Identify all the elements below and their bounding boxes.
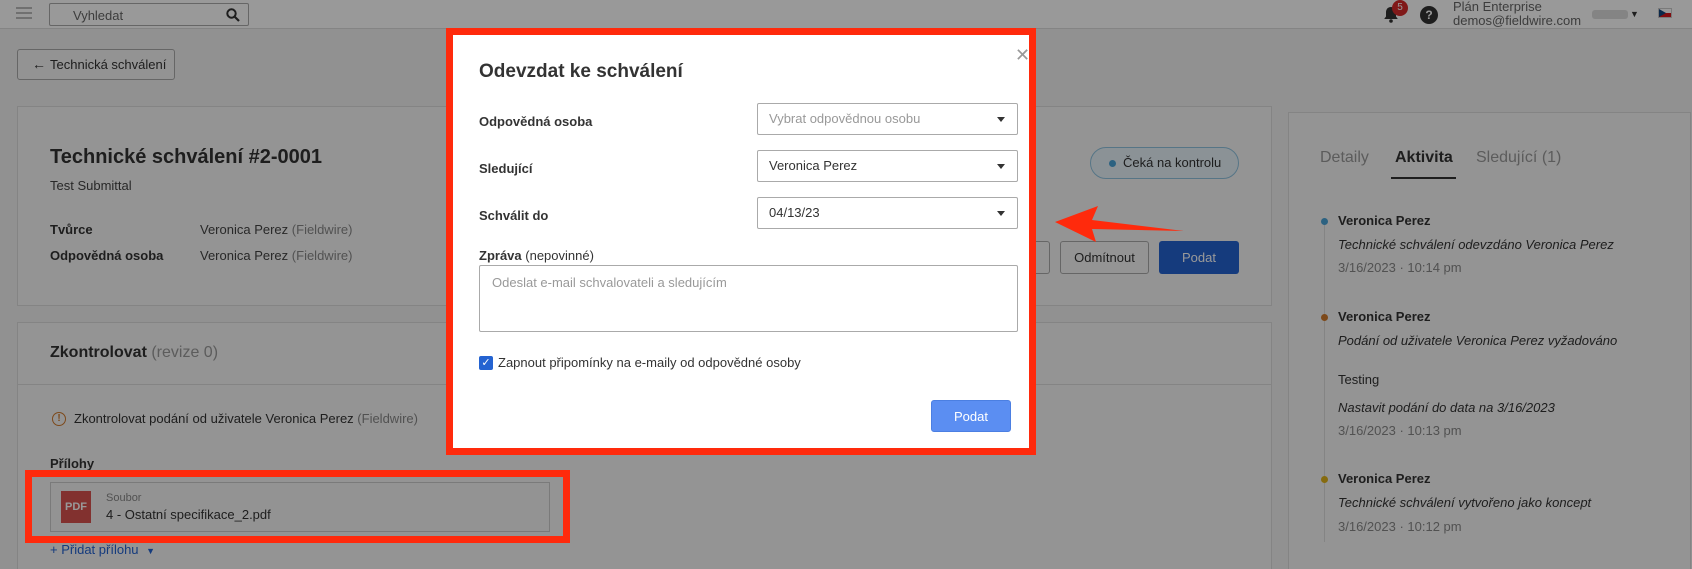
message-textarea[interactable]: Odeslat e-mail schvalovateli a sledující…: [479, 265, 1018, 332]
close-icon[interactable]: ✕: [1015, 45, 1030, 66]
approve-by-value: 04/13/23: [769, 205, 820, 220]
dialog-submit-button[interactable]: Podat: [931, 400, 1011, 432]
approve-by-date-select[interactable]: 04/13/23: [757, 197, 1018, 229]
responsible-person-placeholder: Vybrat odpovědnou osobu: [769, 111, 921, 126]
attachment-highlight-box: [25, 470, 570, 543]
annotation-arrow-icon: [1055, 206, 1184, 242]
caret-down-icon: [997, 164, 1005, 169]
dialog-title: Odevzdat ke schválení: [479, 61, 683, 82]
caret-down-icon: [997, 211, 1005, 216]
message-label-text: Zpráva: [479, 248, 522, 263]
caret-down-icon: [997, 117, 1005, 122]
approve-by-label: Schválit do: [479, 208, 549, 223]
message-label: Zpráva (nepovinné): [479, 248, 594, 263]
message-placeholder: Odeslat e-mail schvalovateli a sledující…: [492, 275, 727, 290]
followers-select[interactable]: Veronica Perez: [757, 150, 1018, 182]
responsible-person-select[interactable]: Vybrat odpovědnou osobu: [757, 103, 1018, 135]
reminder-label[interactable]: Zapnout připomínky na e-maily od odpověd…: [498, 355, 801, 370]
submit-for-approval-dialog: Odevzdat ke schválení ✕ Odpovědná osoba …: [446, 28, 1036, 455]
followers-value: Veronica Perez: [769, 158, 858, 173]
message-optional: (nepovinné): [525, 248, 594, 263]
responsible-person-label: Odpovědná osoba: [479, 114, 593, 129]
followers-label: Sledující: [479, 161, 533, 176]
reminder-checkbox[interactable]: ✓: [479, 356, 493, 370]
